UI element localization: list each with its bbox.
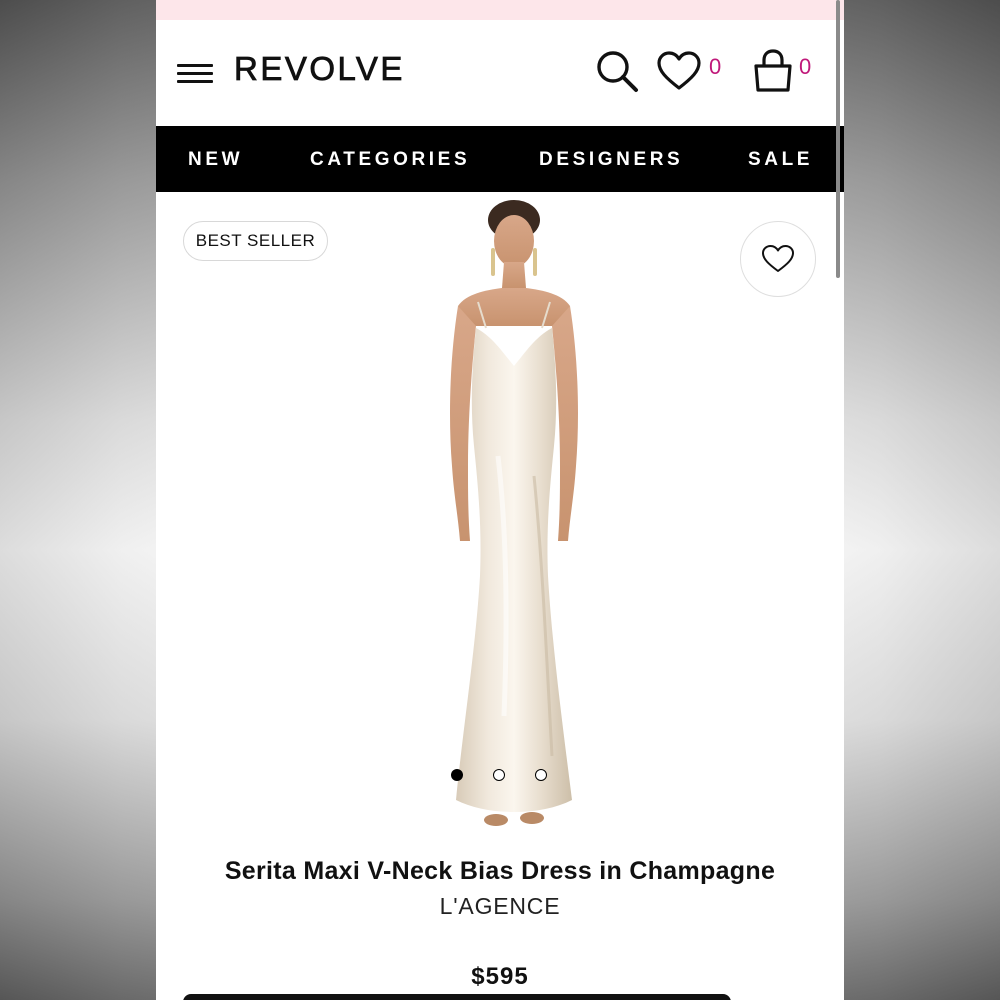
nav-item-new[interactable]: NEW — [188, 126, 243, 192]
product-brand[interactable]: L'AGENCE — [156, 893, 844, 920]
image-carousel-dots — [156, 768, 844, 784]
carousel-dot-1-active[interactable] — [451, 769, 463, 781]
wishlist-count: 0 — [709, 54, 722, 79]
nav-item-categories[interactable]: CATEGORIES — [310, 126, 470, 192]
carousel-dot-3[interactable] — [535, 769, 547, 781]
add-to-bag-button[interactable] — [183, 994, 731, 1000]
promo-strip — [156, 0, 844, 20]
favorite-button[interactable] — [740, 221, 816, 297]
product-price: $595 — [471, 963, 529, 990]
mobile-page: REVOLVE 0 0 NEW CATEGORIES DESIGNERS SAL… — [156, 0, 844, 1000]
logo[interactable]: REVOLVE — [234, 50, 405, 88]
site-header: REVOLVE 0 0 — [156, 20, 844, 126]
right-background — [844, 0, 1000, 1000]
product-title: Serita Maxi V-Neck Bias Dress in Champag… — [224, 857, 776, 885]
shopping-bag-icon[interactable] — [750, 48, 796, 94]
heart-icon[interactable] — [656, 50, 702, 92]
product-image[interactable] — [396, 196, 628, 836]
bag-count: 0 — [799, 54, 812, 79]
main-navigation: NEW CATEGORIES DESIGNERS SALE — [156, 126, 844, 192]
carousel-dot-2[interactable] — [493, 769, 505, 781]
nav-item-designers[interactable]: DESIGNERS — [539, 126, 683, 192]
hamburger-menu-icon[interactable] — [177, 62, 213, 88]
search-icon[interactable] — [594, 48, 640, 94]
nav-item-sale[interactable]: SALE — [748, 126, 813, 192]
heart-outline-icon — [762, 245, 794, 272]
left-background — [0, 0, 156, 1000]
scrollbar[interactable] — [836, 0, 840, 278]
best-seller-badge: BEST SELLER — [183, 221, 328, 261]
